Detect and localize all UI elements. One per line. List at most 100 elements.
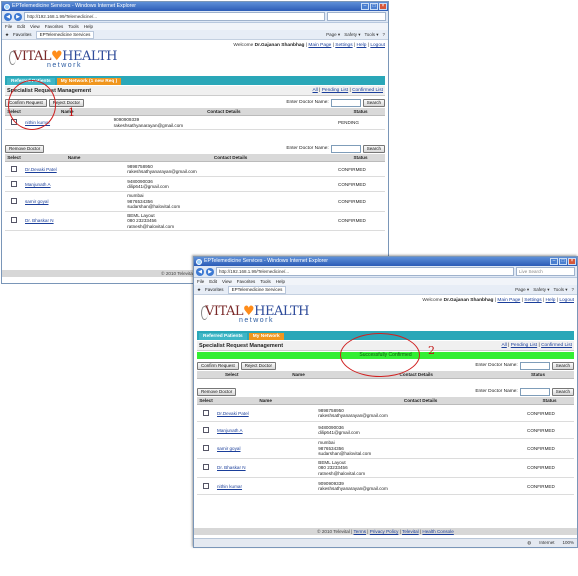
footer-privacy-link[interactable]: Privacy Policy (370, 529, 399, 534)
doctor-name-link[interactable]: Manjunath A (217, 428, 243, 433)
reject-doctor-button[interactable]: Reject Doctor (240, 361, 277, 370)
doctor-name-link[interactable]: Dr.Devaki Patel (217, 411, 249, 416)
contact-line: rakeshsathyanarayan@gmail.com (318, 486, 388, 491)
link-settings[interactable]: Settings (524, 298, 541, 303)
doctor-name-link[interactable]: nithin kumar (217, 484, 242, 489)
doctor-name-link[interactable]: Dr. Bhaskar N (217, 465, 246, 470)
minimize-button[interactable]: – (361, 3, 369, 10)
favorites-button[interactable]: Favorites (13, 32, 32, 37)
minimize-button[interactable]: – (550, 258, 558, 265)
menu-view[interactable]: View (30, 23, 40, 30)
row-checkbox[interactable] (203, 482, 209, 489)
maximize-button[interactable]: □ (559, 258, 567, 265)
tab-referred-patients[interactable]: Referred Patients (199, 333, 247, 340)
help-icon[interactable]: ? (382, 32, 385, 38)
search-input[interactable] (327, 12, 386, 21)
menu-file[interactable]: File (197, 278, 204, 285)
search-button[interactable]: Search (362, 98, 385, 107)
link-main-page[interactable]: Main Page (308, 43, 331, 48)
table-row: Manjunath A 9480090036 dilip641@gmail.com… (5, 176, 385, 192)
forward-icon[interactable]: ▶ (14, 12, 22, 21)
star-icon[interactable]: ★ (5, 32, 9, 38)
row-checkbox[interactable] (11, 217, 17, 224)
url-input[interactable]: http://192.168.1.99/Telemedicine/... (24, 12, 325, 21)
menu-tools[interactable]: Tools (260, 278, 271, 285)
search-button[interactable]: Search (362, 144, 385, 153)
page-menu[interactable]: Page ▾ (326, 32, 340, 38)
tools-menu[interactable]: Tools ▾ (364, 32, 378, 38)
link-help[interactable]: Help (357, 43, 367, 48)
filter-pending[interactable]: Pending List (322, 88, 348, 93)
back-icon[interactable]: ◀ (4, 12, 12, 21)
row-checkbox[interactable] (203, 426, 209, 433)
url-input[interactable]: http://192.168.1.99/Telemedicine/... (216, 267, 514, 276)
search-label: Enter Doctor Name: (475, 363, 518, 368)
doctor-name-input[interactable] (519, 361, 550, 370)
doctor-name-link[interactable]: Dr. Bhaskar N (25, 218, 54, 223)
link-logout[interactable]: Logout (370, 43, 385, 48)
filter-confirmed[interactable]: Confirmed List (541, 343, 572, 348)
col-status: Status (502, 371, 574, 379)
menu-view[interactable]: View (222, 278, 232, 285)
link-main-page[interactable]: Main Page (497, 298, 520, 303)
filter-all[interactable]: All (312, 88, 317, 93)
link-logout[interactable]: Logout (559, 298, 574, 303)
browser-tab[interactable]: EPTelemedicine Services (35, 30, 95, 39)
doctor-name-link[interactable]: Manjunath A (25, 182, 51, 187)
remove-doctor-button[interactable]: Remove Doctor (197, 387, 237, 396)
menu-help[interactable]: Help (84, 23, 93, 30)
safety-menu[interactable]: Safety ▾ (533, 287, 549, 293)
doctor-name-input[interactable] (330, 144, 361, 153)
back-icon[interactable]: ◀ (196, 267, 204, 276)
doctor-name-input[interactable] (330, 98, 361, 107)
maximize-button[interactable]: □ (370, 3, 378, 10)
filter-pending[interactable]: Pending List (511, 343, 537, 348)
table-row: Dr.Devaki Patel 9898758950 rakeshsathyana… (197, 404, 574, 422)
search-button[interactable]: Search (551, 361, 574, 370)
tab-my-network[interactable]: My Network (1 new Req ) (56, 78, 122, 85)
row-checkbox[interactable] (11, 165, 17, 172)
menu-tools[interactable]: Tools (68, 23, 79, 30)
menu-help[interactable]: Help (276, 278, 285, 285)
tab-my-network[interactable]: My Network (248, 333, 284, 340)
menu-file[interactable]: File (5, 23, 12, 30)
remove-doctor-button[interactable]: Remove Doctor (5, 144, 45, 153)
status-cell: CONFIRMED (336, 161, 385, 177)
menu-favorites[interactable]: Favorites (237, 278, 256, 285)
tools-menu[interactable]: Tools ▾ (553, 287, 567, 293)
favorites-button[interactable]: Favorites (205, 287, 224, 292)
menu-edit[interactable]: Edit (209, 278, 217, 285)
doctor-name-link[interactable]: samir goyal (217, 446, 241, 451)
safety-menu[interactable]: Safety ▾ (344, 32, 360, 38)
footer-televital-link[interactable]: Televital (402, 529, 419, 534)
contact-line: dilip641@gmail.com (127, 184, 169, 189)
row-checkbox[interactable] (11, 197, 17, 204)
star-icon[interactable]: ★ (197, 287, 201, 293)
doctor-name-link[interactable]: Dr.Devaki Patel (25, 167, 57, 172)
menu-favorites[interactable]: Favorites (45, 23, 64, 30)
footer-health-console-link[interactable]: Health Console (422, 529, 453, 534)
browser-tab[interactable]: EPTelemedicine Services (227, 285, 287, 294)
close-button[interactable]: × (379, 3, 387, 10)
filter-confirmed[interactable]: Confirmed List (352, 88, 383, 93)
search-button[interactable]: Search (551, 387, 574, 396)
search-input[interactable]: Live Search (516, 267, 575, 276)
close-button[interactable]: × (568, 258, 576, 265)
link-settings[interactable]: Settings (335, 43, 352, 48)
page-footer: © 2010 Televital | Terms | Privacy Polic… (194, 528, 577, 535)
doctor-name-input[interactable] (519, 387, 550, 396)
menu-edit[interactable]: Edit (17, 23, 25, 30)
forward-icon[interactable]: ▶ (206, 267, 214, 276)
filter-all[interactable]: All (501, 343, 506, 348)
footer-terms-link[interactable]: Terms (354, 529, 367, 534)
row-checkbox[interactable] (203, 444, 209, 451)
page-menu[interactable]: Page ▾ (515, 287, 529, 293)
row-checkbox[interactable] (203, 409, 209, 416)
row-checkbox[interactable] (203, 464, 209, 471)
doctor-name-link[interactable]: samir goyal (25, 199, 49, 204)
row-checkbox[interactable] (11, 180, 17, 187)
help-icon[interactable]: ? (571, 287, 574, 293)
confirm-request-button[interactable]: Confirm Request (197, 361, 239, 370)
link-help[interactable]: Help (546, 298, 556, 303)
zoom-level[interactable]: 100% (562, 539, 574, 547)
